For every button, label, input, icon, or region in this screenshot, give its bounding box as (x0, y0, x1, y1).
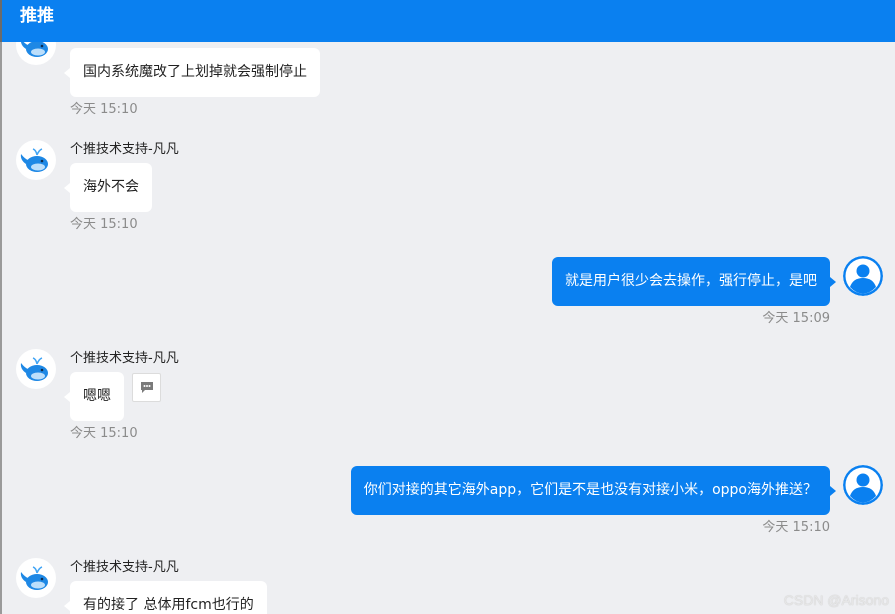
watermark: CSDN @Arisono (783, 592, 889, 608)
reply-button[interactable] (132, 373, 161, 402)
message-bubble[interactable]: 海外不会 (64, 163, 152, 212)
sender-name: 个推技术支持-凡凡 (70, 560, 179, 575)
agent-avatar[interactable] (16, 349, 56, 389)
user-icon (843, 465, 883, 505)
message-bubble[interactable]: 就是用户很少会去操作，强行停止，是吧 (552, 257, 836, 306)
sender-name: 个推技术支持-凡凡 (70, 142, 179, 157)
agent-avatar[interactable] (16, 42, 56, 65)
user-icon (843, 256, 883, 296)
message-time: 今天 15:10 (70, 102, 138, 117)
comment-icon (141, 382, 153, 393)
user-avatar[interactable] (843, 256, 883, 296)
message-time: 今天 15:09 (762, 311, 830, 326)
user-avatar[interactable] (843, 465, 883, 505)
header-title: 推推 (20, 6, 54, 26)
agent-avatar[interactable] (16, 558, 56, 598)
message-bubble[interactable]: 有的接了 总体用fcm也行的 (64, 581, 267, 614)
sender-name: 个推技术支持-凡凡 (70, 351, 179, 366)
app-header: 推推 (0, 0, 895, 42)
whale-icon (20, 148, 48, 172)
chat-area[interactable]: 国内系统魔改了上划掉就会强制停止 今天 15:10 个推技术支持-凡凡 海外不会… (0, 42, 895, 614)
message-bubble[interactable]: 国内系统魔改了上划掉就会强制停止 (64, 48, 320, 97)
message-time: 今天 15:10 (762, 520, 830, 535)
message-time: 今天 15:10 (70, 426, 138, 441)
message-time: 今天 15:10 (70, 217, 138, 232)
message-bubble[interactable]: 嗯嗯 (64, 372, 124, 421)
message-bubble[interactable]: 你们对接的其它海外app，它们是不是也没有对接小米，oppo海外推送？ (350, 466, 837, 515)
whale-icon (20, 566, 48, 590)
agent-avatar[interactable] (16, 140, 56, 180)
whale-icon (20, 42, 48, 57)
whale-icon (20, 357, 48, 381)
